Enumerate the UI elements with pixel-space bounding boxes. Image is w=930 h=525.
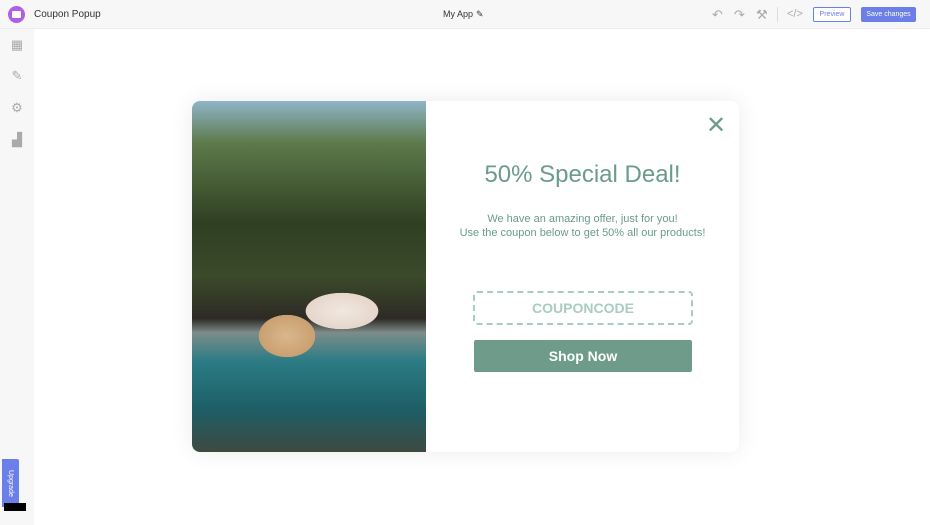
pencil-icon[interactable]: ✎ <box>476 9 484 19</box>
divider <box>777 7 778 22</box>
description-line: We have an amazing offer, just for you! <box>487 213 678 225</box>
description-line: Use the coupon below to get 50% all our … <box>459 227 706 239</box>
project-name-label: My App <box>443 9 474 19</box>
coupon-code-box[interactable]: COUPONCODE <box>473 291 693 325</box>
app-title: Coupon Popup <box>34 9 101 20</box>
sidebar: ▦ ✎ ⚙ ▟ Upgrade <box>0 29 34 525</box>
layout-icon[interactable]: ▦ <box>10 38 24 52</box>
upgrade-button[interactable]: Upgrade <box>2 459 19 507</box>
shop-now-button[interactable]: Shop Now <box>474 340 692 372</box>
top-bar: Coupon Popup My App ✎ ↶ ↷ ⚒ </> Preview S… <box>0 0 930 29</box>
popup-title: 50% Special Deal! <box>484 161 681 188</box>
gear-icon[interactable]: ⚙ <box>10 101 24 115</box>
project-name[interactable]: My App ✎ <box>443 9 484 20</box>
preview-button[interactable]: Preview <box>813 7 851 22</box>
code-icon[interactable]: </> <box>787 8 803 20</box>
popup-image <box>192 101 426 452</box>
analytics-icon[interactable]: ▟ <box>10 133 24 147</box>
brush-icon[interactable]: ✎ <box>10 69 24 83</box>
save-changes-button[interactable]: Save changes <box>861 7 916 22</box>
popup-description: We have an amazing offer, just for you! … <box>426 212 739 240</box>
app-logo-icon <box>8 6 25 23</box>
paint-roller-icon[interactable]: ⚒ <box>756 7 768 23</box>
redo-icon[interactable]: ↷ <box>734 7 745 23</box>
cursor-icon <box>4 503 26 511</box>
coupon-popup: ✕ 50% Special Deal! We have an amazing o… <box>192 101 739 452</box>
undo-icon[interactable]: ↶ <box>712 7 723 23</box>
close-icon[interactable]: ✕ <box>706 111 726 140</box>
